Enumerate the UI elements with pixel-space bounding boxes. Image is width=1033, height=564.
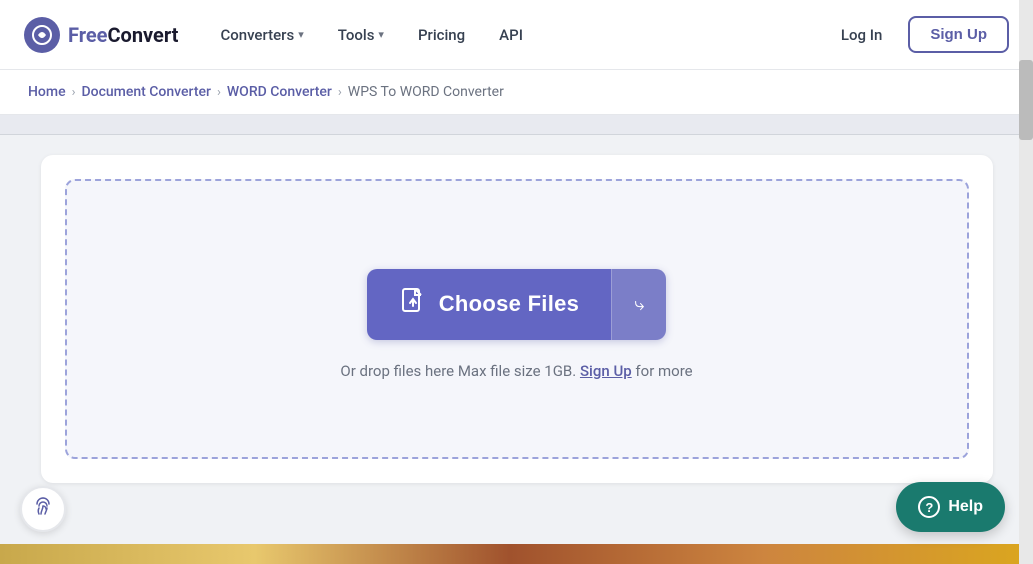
tools-chevron-icon: ▾ [378,28,384,41]
breadcrumb-sep-2: › [217,85,221,100]
fingerprint-icon [31,494,55,524]
help-button[interactable]: ? Help [896,482,1005,532]
main-content: Choose Files ⤷ Or drop files here Max fi… [17,135,1017,507]
banner-area [0,115,1033,135]
scrollbar[interactable] [1019,0,1033,564]
nav-auth: Log In Sign Up [827,16,1009,53]
drop-signup-link[interactable]: Sign Up [580,362,632,380]
nav-converters[interactable]: Converters ▾ [206,18,317,52]
logo-link[interactable]: FreeConvert [24,17,178,53]
navbar: FreeConvert Converters ▾ Tools ▾ Pricing… [0,0,1033,70]
breadcrumb-document-converter[interactable]: Document Converter [81,84,210,100]
choose-files-button[interactable]: Choose Files [367,269,612,340]
breadcrumb-current: WPS To WORD Converter [348,84,504,100]
nav-tools[interactable]: Tools ▾ [324,18,398,52]
help-icon: ? [918,496,940,518]
nav-links: Converters ▾ Tools ▾ Pricing API [206,18,826,52]
logo-icon [24,17,60,53]
upload-zone[interactable]: Choose Files ⤷ Or drop files here Max fi… [65,179,969,459]
scrollbar-thumb[interactable] [1019,60,1033,140]
breadcrumb-sep-1: › [72,85,76,100]
dropdown-chevron-icon: ⤷ [634,294,644,315]
nav-api[interactable]: API [485,18,537,52]
upload-card: Choose Files ⤷ Or drop files here Max fi… [41,155,993,483]
converters-chevron-icon: ▾ [298,28,304,41]
breadcrumb-sep-3: › [338,85,342,100]
file-upload-icon [399,287,427,322]
breadcrumb-word-converter[interactable]: WORD Converter [227,84,332,100]
login-button[interactable]: Log In [827,18,896,52]
choose-files-label: Choose Files [439,291,580,317]
bottom-strip [0,544,1019,564]
breadcrumb: Home › Document Converter › WORD Convert… [0,70,1033,115]
nav-pricing[interactable]: Pricing [404,18,479,52]
choose-files-dropdown[interactable]: ⤷ [611,269,666,340]
fingerprint-button[interactable] [20,486,66,532]
drop-text: Or drop files here Max file size 1GB. Si… [340,362,692,380]
breadcrumb-home[interactable]: Home [28,84,66,100]
choose-files-wrapper: Choose Files ⤷ [367,269,667,340]
help-label: Help [948,498,983,516]
signup-button[interactable]: Sign Up [908,16,1009,53]
logo-text: FreeConvert [68,23,178,47]
